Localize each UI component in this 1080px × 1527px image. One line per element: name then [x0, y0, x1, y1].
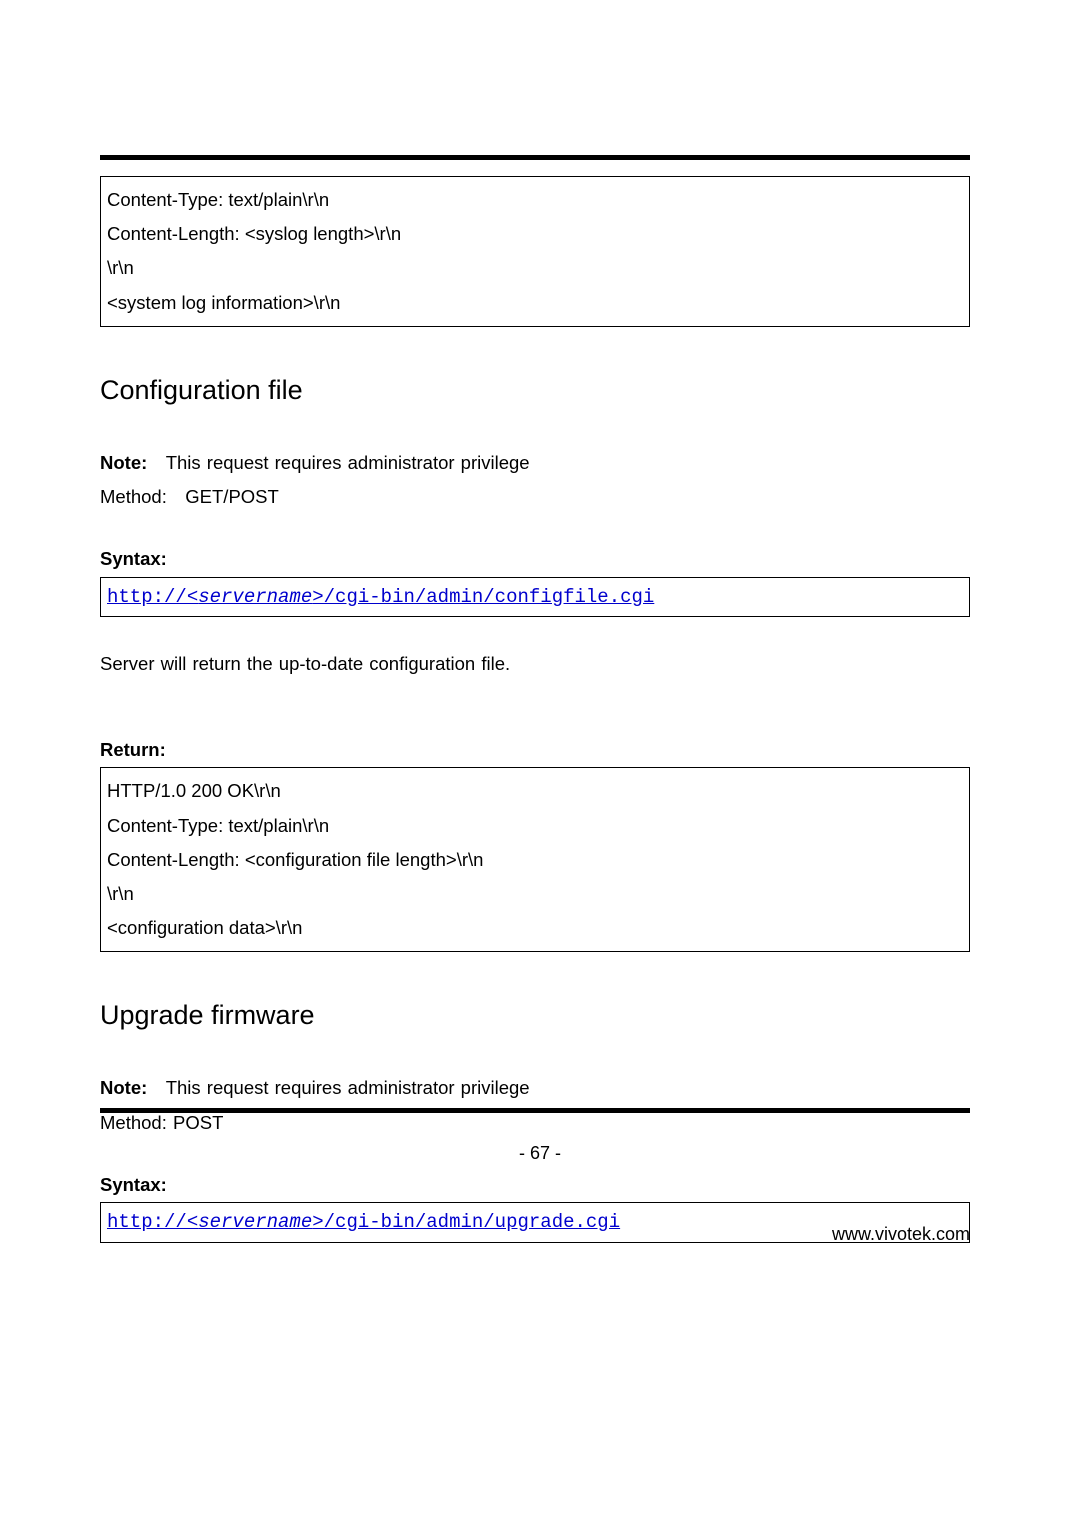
code-line: Content-Length: <syslog length>\r\n [107, 217, 963, 251]
url-prefix-2: http://< [107, 1211, 198, 1233]
code-line: Content-Length: <configuration file leng… [107, 843, 963, 877]
syntax-url-box: http://<servername>/cgi-bin/admin/config… [100, 577, 970, 617]
code-line: HTTP/1.0 200 OK\r\n [107, 774, 963, 808]
code-line: \r\n [107, 251, 963, 285]
url-servername: servername [198, 586, 312, 608]
syntax-label: Syntax: [100, 542, 970, 576]
return-label: Return: [100, 733, 970, 767]
code-line: Content-Type: text/plain\r\n [107, 183, 963, 217]
footer-url: www.vivotek.com [832, 1224, 970, 1245]
note-label: Note: [100, 452, 147, 473]
method-line: Method: GET/POST [100, 480, 970, 514]
note-text: This request requires administrator priv… [166, 452, 530, 473]
method-text: GET/POST [185, 486, 279, 507]
method-label-2: Method: [100, 1112, 167, 1133]
url-servername-2: servername [198, 1211, 312, 1233]
section-heading-config: Configuration file [100, 375, 970, 406]
document-page: Content-Type: text/plain\r\n Content-Len… [0, 0, 1080, 1243]
note-text-2: This request requires administrator priv… [166, 1077, 530, 1098]
url-suffix: >/cgi-bin/admin/configfile.cgi [312, 586, 654, 608]
syntax-label-2: Syntax: [100, 1168, 970, 1202]
code-line: <configuration data>\r\n [107, 911, 963, 945]
upgrade-url-link[interactable]: http://<servername>/cgi-bin/admin/upgrad… [107, 1211, 620, 1233]
response-box-syslog: Content-Type: text/plain\r\n Content-Len… [100, 176, 970, 327]
note-line: Note: This request requires administrato… [100, 446, 970, 480]
note-label-2: Note: [100, 1077, 147, 1098]
bottom-rule [100, 1108, 970, 1113]
config-desc: Server will return the up-to-date config… [100, 647, 970, 681]
code-line: <system log information>\r\n [107, 286, 963, 320]
page-number: - 67 - [0, 1143, 1080, 1164]
url-suffix-2: >/cgi-bin/admin/upgrade.cgi [312, 1211, 620, 1233]
code-line: \r\n [107, 877, 963, 911]
config-url-link[interactable]: http://<servername>/cgi-bin/admin/config… [107, 586, 654, 608]
code-line: Content-Type: text/plain\r\n [107, 809, 963, 843]
top-rule [100, 155, 970, 160]
response-box-config: HTTP/1.0 200 OK\r\n Content-Type: text/p… [100, 767, 970, 952]
note-line-2: Note: This request requires administrato… [100, 1071, 970, 1105]
method-text-2: POST [173, 1112, 223, 1133]
url-prefix: http://< [107, 586, 198, 608]
method-label: Method: [100, 486, 167, 507]
section-heading-upgrade: Upgrade firmware [100, 1000, 970, 1031]
